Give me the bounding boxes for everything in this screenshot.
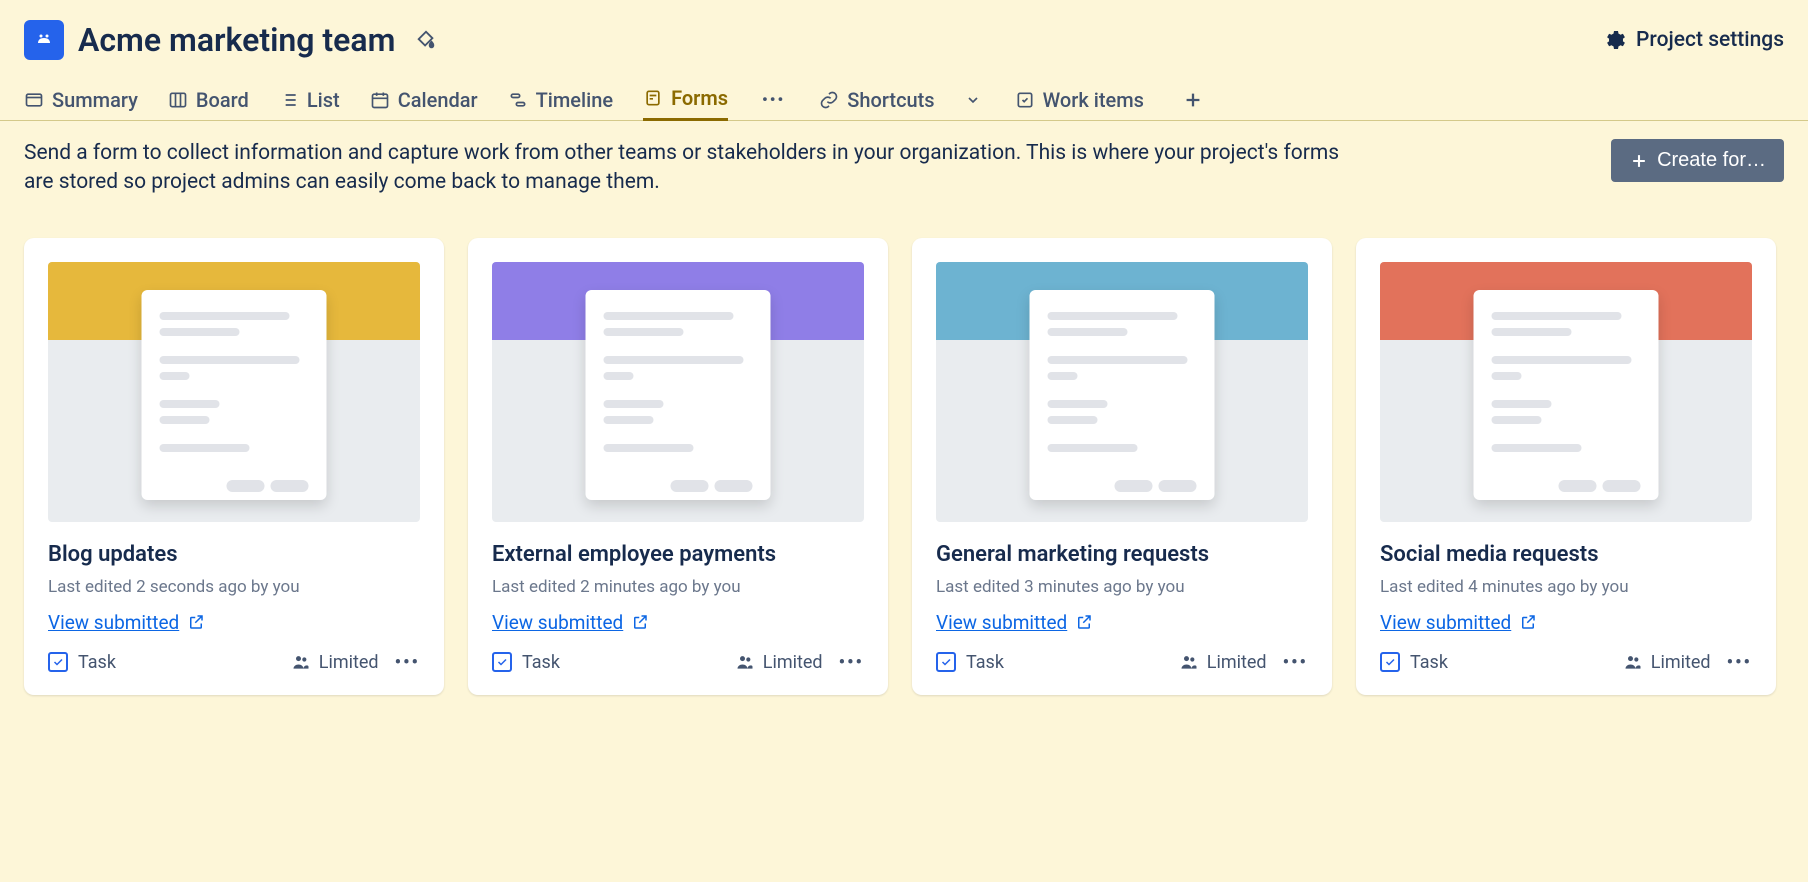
external-link-icon xyxy=(187,613,205,631)
form-last-edited: Last edited 2 minutes ago by you xyxy=(492,577,864,597)
form-preview xyxy=(1380,262,1752,522)
external-link-icon xyxy=(1519,613,1537,631)
paint-bucket-icon[interactable] xyxy=(415,29,437,51)
tab-label: Work items xyxy=(1043,88,1144,112)
view-submitted-link[interactable]: View submitted xyxy=(936,611,1093,634)
project-title: Acme marketing team xyxy=(78,21,395,59)
form-title: General marketing requests xyxy=(936,542,1308,567)
people-icon xyxy=(291,652,311,672)
create-button-label: Create for… xyxy=(1657,149,1766,172)
gear-icon xyxy=(1602,28,1626,52)
limited-label: Limited xyxy=(763,652,823,673)
tab-label: Board xyxy=(196,88,249,112)
view-submitted-link[interactable]: View submitted xyxy=(1380,611,1537,634)
form-doc-thumbnail xyxy=(1030,290,1215,500)
tab-label: Forms xyxy=(671,86,728,110)
form-type: Task xyxy=(48,652,116,673)
task-checkbox-icon xyxy=(492,652,512,672)
access-level: Limited xyxy=(735,652,823,673)
limited-label: Limited xyxy=(1651,652,1711,673)
external-link-icon xyxy=(631,613,649,631)
tab-timeline[interactable]: Timeline xyxy=(508,80,613,120)
people-icon xyxy=(1179,652,1199,672)
chevron-down-icon[interactable] xyxy=(961,88,985,112)
access-level: Limited xyxy=(1623,652,1711,673)
project-settings-button[interactable]: Project settings xyxy=(1602,28,1784,52)
tab-label: Timeline xyxy=(536,88,613,112)
link-label: View submitted xyxy=(492,611,623,634)
tab-summary[interactable]: Summary xyxy=(24,80,138,120)
form-type: Task xyxy=(936,652,1004,673)
form-doc-thumbnail xyxy=(586,290,771,500)
link-label: View submitted xyxy=(48,611,179,634)
access-level: Limited xyxy=(291,652,379,673)
task-label: Task xyxy=(1410,652,1448,673)
link-label: View submitted xyxy=(1380,611,1511,634)
form-doc-thumbnail xyxy=(1474,290,1659,500)
tab-forms[interactable]: Forms xyxy=(643,78,728,121)
form-doc-thumbnail xyxy=(142,290,327,500)
project-icon xyxy=(24,20,64,60)
tab-forms-more-icon[interactable]: ••• xyxy=(758,86,789,113)
link-label: View submitted xyxy=(936,611,1067,634)
form-last-edited: Last edited 3 minutes ago by you xyxy=(936,577,1308,597)
limited-label: Limited xyxy=(319,652,379,673)
form-title: External employee payments xyxy=(492,542,864,567)
task-label: Task xyxy=(78,652,116,673)
task-checkbox-icon xyxy=(936,652,956,672)
card-more-menu[interactable]: ••• xyxy=(839,652,864,673)
form-card[interactable]: Social media requests Last edited 4 minu… xyxy=(1356,238,1776,695)
task-label: Task xyxy=(522,652,560,673)
form-title: Social media requests xyxy=(1380,542,1752,567)
tab-label: Summary xyxy=(52,88,138,112)
card-more-menu[interactable]: ••• xyxy=(1283,652,1308,673)
access-level: Limited xyxy=(1179,652,1267,673)
tab-label: Calendar xyxy=(398,88,478,112)
page-description: Send a form to collect information and c… xyxy=(24,139,1354,198)
task-label: Task xyxy=(966,652,1004,673)
form-preview xyxy=(48,262,420,522)
tab-label: Shortcuts xyxy=(847,88,934,112)
form-last-edited: Last edited 4 minutes ago by you xyxy=(1380,577,1752,597)
limited-label: Limited xyxy=(1207,652,1267,673)
people-icon xyxy=(735,652,755,672)
form-type: Task xyxy=(492,652,560,673)
card-more-menu[interactable]: ••• xyxy=(1727,652,1752,673)
tab-work-items[interactable]: Work items xyxy=(1015,80,1144,120)
task-checkbox-icon xyxy=(48,652,68,672)
tab-board[interactable]: Board xyxy=(168,80,249,120)
forms-card-grid: Blog updates Last edited 2 seconds ago b… xyxy=(0,198,1808,735)
form-title: Blog updates xyxy=(48,542,420,567)
task-checkbox-icon xyxy=(1380,652,1400,672)
people-icon xyxy=(1623,652,1643,672)
form-card[interactable]: Blog updates Last edited 2 seconds ago b… xyxy=(24,238,444,695)
tab-shortcuts[interactable]: Shortcuts xyxy=(819,80,934,120)
view-submitted-link[interactable]: View submitted xyxy=(492,611,649,634)
create-form-button[interactable]: Create for… xyxy=(1611,139,1784,182)
tabs-nav: Summary Board List Calendar Timeline For… xyxy=(24,78,1784,121)
form-card[interactable]: External employee payments Last edited 2… xyxy=(468,238,888,695)
tab-list[interactable]: List xyxy=(279,80,340,120)
plus-icon xyxy=(1629,151,1649,171)
add-tab-button[interactable] xyxy=(1174,89,1212,111)
form-type: Task xyxy=(1380,652,1448,673)
form-card[interactable]: General marketing requests Last edited 3… xyxy=(912,238,1332,695)
card-more-menu[interactable]: ••• xyxy=(395,652,420,673)
form-preview xyxy=(492,262,864,522)
form-last-edited: Last edited 2 seconds ago by you xyxy=(48,577,420,597)
tab-label: List xyxy=(307,88,340,112)
settings-label: Project settings xyxy=(1636,28,1784,52)
view-submitted-link[interactable]: View submitted xyxy=(48,611,205,634)
external-link-icon xyxy=(1075,613,1093,631)
form-preview xyxy=(936,262,1308,522)
tab-calendar[interactable]: Calendar xyxy=(370,80,478,120)
